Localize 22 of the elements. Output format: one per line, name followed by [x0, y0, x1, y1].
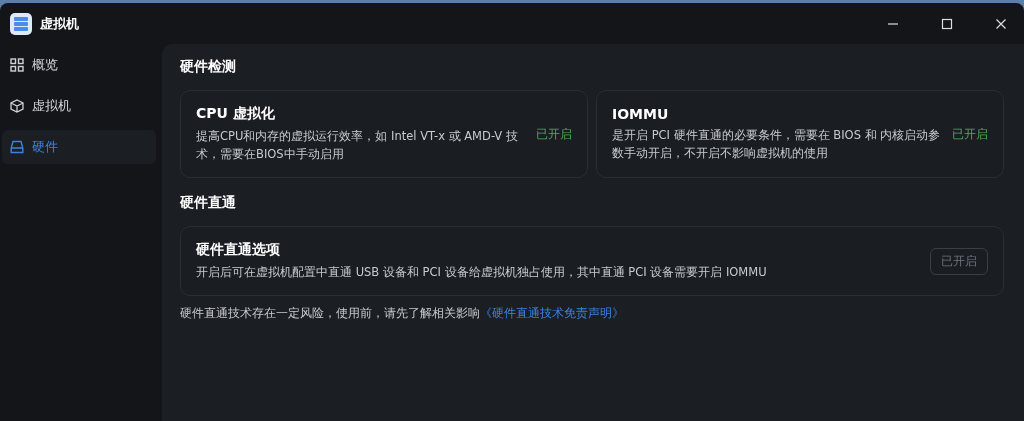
section-title: 硬件直通: [180, 194, 237, 212]
sidebar-item[interactable]: 虚拟机: [2, 89, 156, 123]
drive-icon: [10, 140, 24, 154]
card-title: 硬件直通选项: [196, 241, 281, 259]
card-description: 是开启 PCI 硬件直通的必要条件，需要在 BIOS 和 内核启动参数手动开启，不开启不影响虚拟机的使用: [612, 127, 942, 162]
card-title: IOMMU: [612, 106, 670, 122]
cube-icon: [10, 99, 24, 113]
status-label: 已开启: [536, 125, 572, 143]
status-label: 已开启: [952, 125, 988, 143]
section-title: 硬件检测: [180, 58, 237, 76]
window-title: 虚拟机: [40, 14, 79, 33]
sidebar-item[interactable]: 硬件: [2, 130, 156, 164]
card-description: 开启后可在虚拟机配置中直通 USB 设备和 PCI 设备给虚拟机独占使用，其中直通 PCI 设备需要开启 IOMMU: [196, 264, 768, 281]
maximize-icon: [941, 17, 953, 30]
card-title: CPU 虚拟化: [196, 105, 276, 123]
notice-text: 硬件直通技术存在一定风险，使用前，请先了解相关影响《硬件直通技术免责声明》: [180, 306, 625, 321]
disclaimer-link[interactable]: 《硬件直通技术免责声明》: [480, 306, 624, 320]
grid-icon: [10, 58, 24, 72]
card-description: 提高CPU和内存的虚拟运行效率，如 Intel VT-x 或 AMD-V 技术，需要在BIOS中手动启用: [196, 128, 519, 163]
sidebar-item[interactable]: 概览: [2, 48, 156, 82]
close-icon: [995, 17, 1007, 30]
app-logo-icon: [10, 12, 32, 35]
